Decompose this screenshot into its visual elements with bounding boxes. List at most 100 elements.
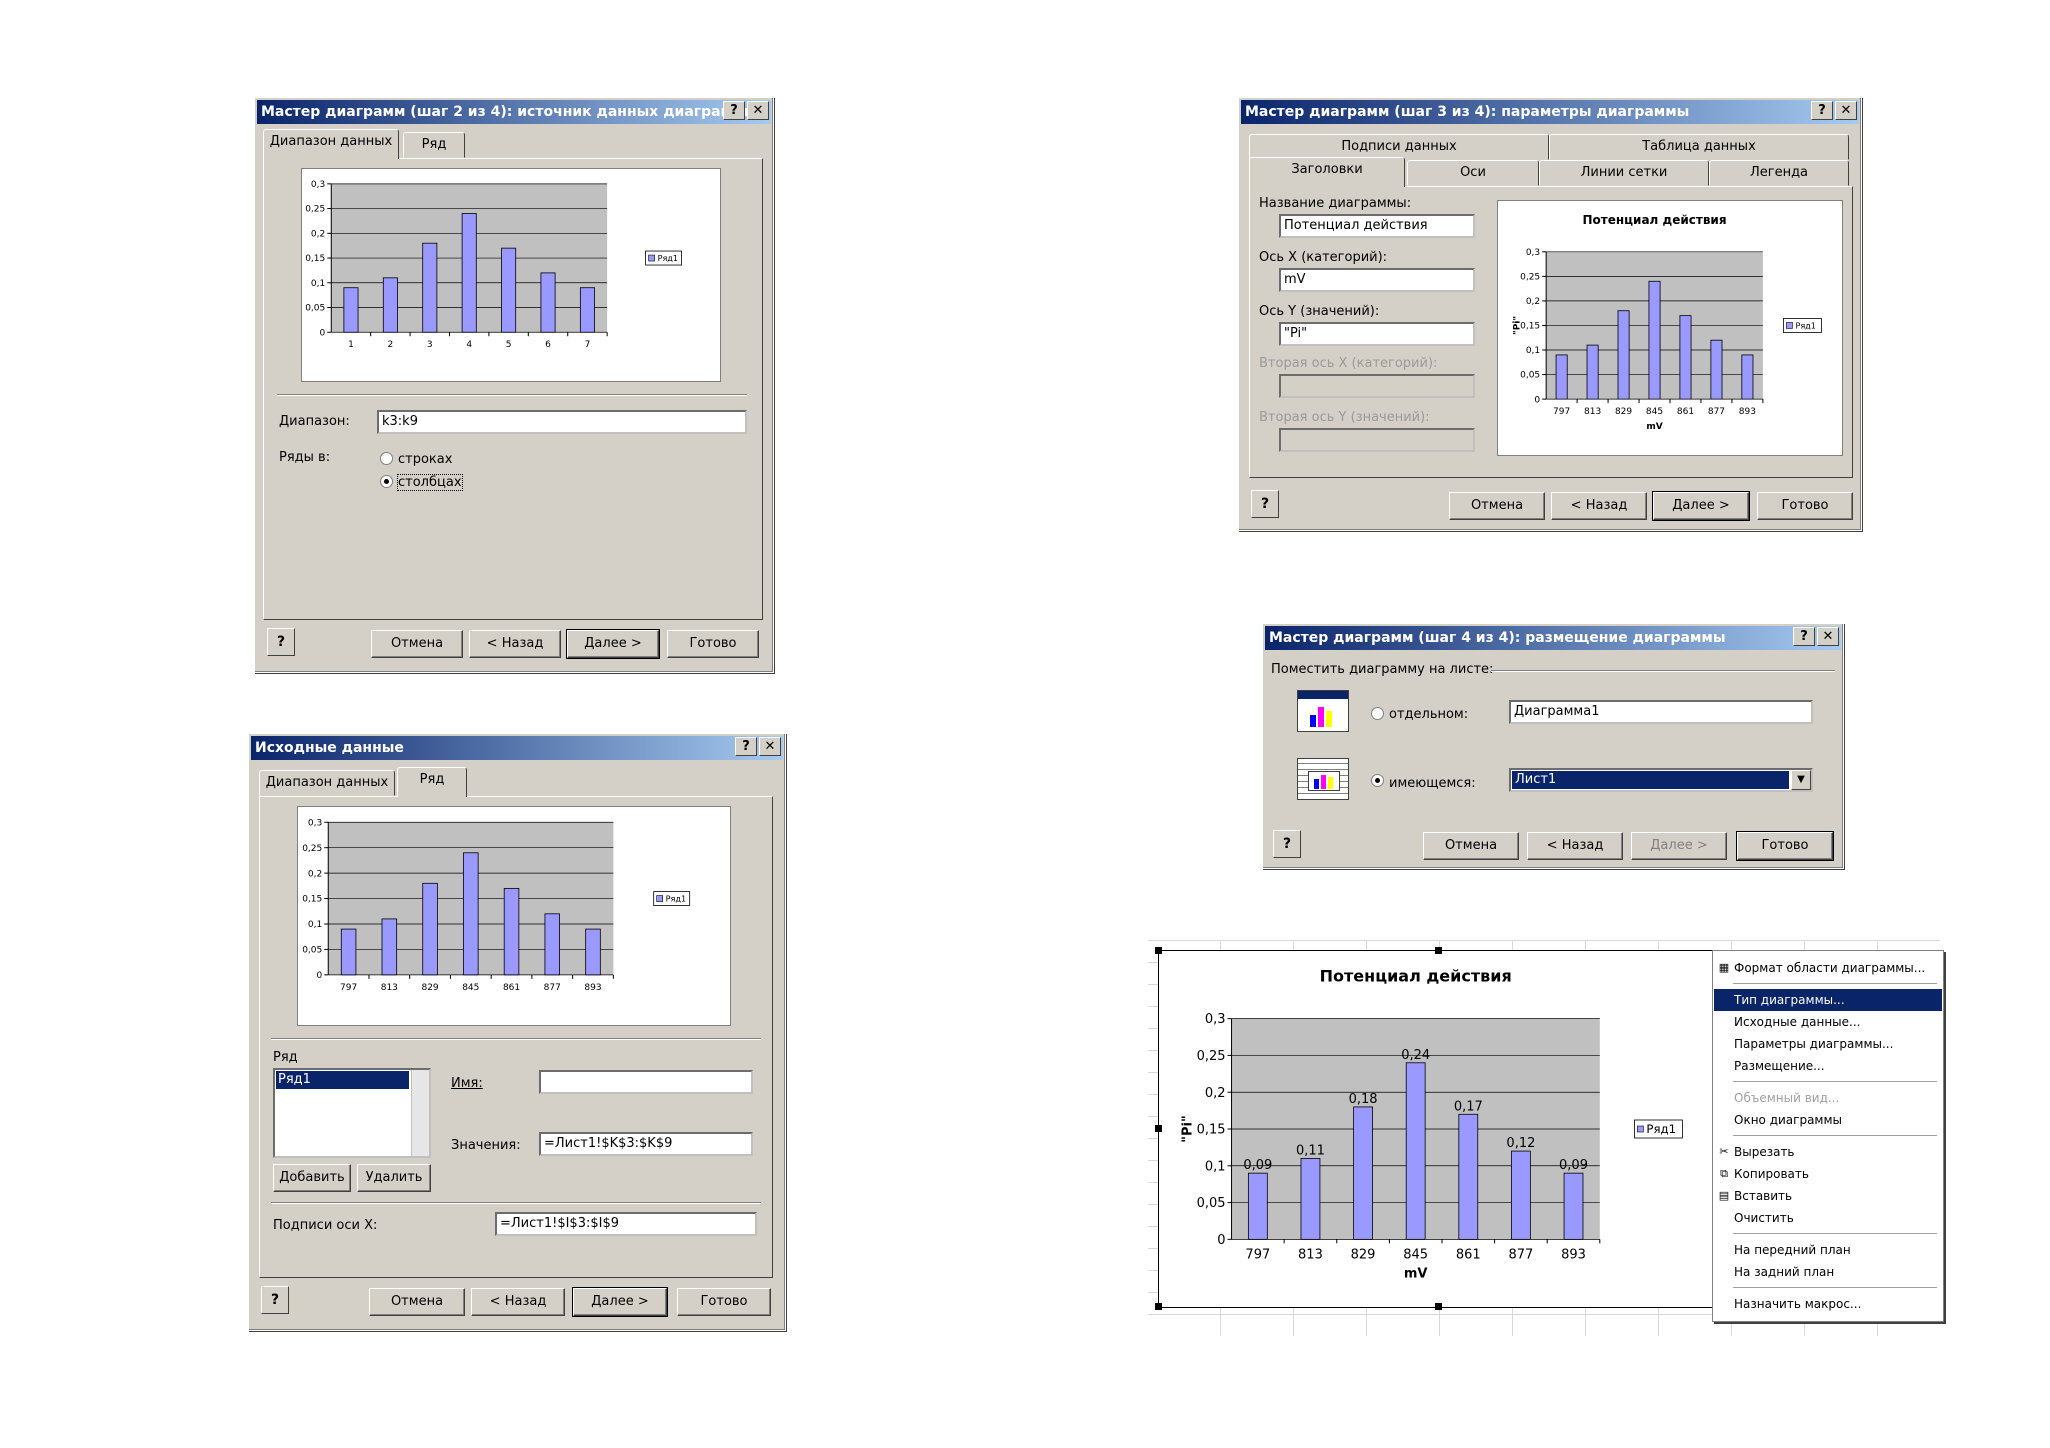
help-button[interactable]: ? [261, 1286, 289, 1314]
tab-series[interactable]: Ряд [397, 767, 467, 797]
bar [1353, 1106, 1373, 1240]
embedded-chart[interactable]: Потенциал действия 0 0,05 0,1 0,15 0,2 0,25 0,3… [1155, 947, 1718, 1310]
tab-data-range[interactable]: Диапазон данных [263, 129, 399, 159]
series-group-label: Ряд [273, 1050, 298, 1065]
menu-item-source-data[interactable]: Исходные данные... [1714, 1011, 1942, 1033]
data-label: 0,09 [1243, 1158, 1272, 1173]
bar [1405, 1062, 1426, 1240]
back-button[interactable]: < Назад [469, 630, 561, 658]
back-button[interactable]: < Назад [1527, 832, 1623, 860]
tab-axes[interactable]: Оси [1407, 160, 1539, 186]
resize-handle[interactable] [1155, 947, 1162, 954]
y-axis-input[interactable]: "Pi" [1279, 322, 1475, 346]
rows-radio[interactable] [380, 452, 393, 465]
back-button[interactable]: < Назад [471, 1288, 565, 1316]
chart-title-input[interactable]: Потенциал действия [1279, 214, 1475, 238]
help-title-button[interactable]: ? [735, 737, 757, 756]
existing-sheet-value: Лист1 [1512, 771, 1789, 789]
menu-item-clear[interactable]: Очистить [1714, 1207, 1942, 1229]
bar [1710, 339, 1723, 400]
columns-radio-label[interactable]: столбцах [397, 474, 463, 491]
close-button[interactable]: ✕ [759, 737, 781, 756]
bar [1679, 315, 1692, 400]
context-menu: ▦ Формат области диаграммы... Тип диаграм… [1712, 950, 1944, 1322]
menu-item-location[interactable]: Размещение... [1714, 1055, 1942, 1077]
columns-radio[interactable] [380, 475, 393, 488]
existing-sheet-radio[interactable] [1371, 774, 1384, 787]
window-title: Мастер диаграмм (шаг 4 из 4): размещение… [1265, 626, 1841, 650]
add-series-button[interactable]: Добавить [273, 1164, 351, 1192]
x-tick-label: 829 [421, 983, 438, 993]
cancel-button[interactable]: Отмена [371, 630, 463, 658]
help-button[interactable]: ? [267, 628, 295, 656]
y-tick-label: 0 [320, 328, 326, 338]
finish-button[interactable]: Готово [1736, 831, 1834, 861]
x-tick-label: 6 [545, 340, 551, 350]
series-list-item[interactable]: Ряд1 [276, 1071, 409, 1089]
cancel-button[interactable]: Отмена [369, 1288, 465, 1316]
cancel-button[interactable]: Отмена [1423, 832, 1519, 860]
rows-radio-label[interactable]: строках [398, 452, 452, 467]
list-scrollbar[interactable] [411, 1070, 429, 1156]
x-tick-label: 877 [1708, 407, 1725, 417]
finish-button[interactable]: Готово [677, 1288, 771, 1316]
menu-item-bring-to-front[interactable]: На передний план [1714, 1239, 1942, 1261]
name-label: Имя: [451, 1076, 483, 1091]
existing-sheet-select[interactable]: Лист1 ▼ [1509, 768, 1813, 792]
menu-item-copy[interactable]: ⧉ Копировать [1714, 1163, 1942, 1185]
help-button[interactable]: ? [1251, 490, 1279, 518]
menu-item-chart-options[interactable]: Параметры диаграммы... [1714, 1033, 1942, 1055]
tab-gridlines[interactable]: Линии сетки [1539, 160, 1709, 186]
y-tick-label: 0,2 [1205, 1086, 1226, 1101]
x-tick-label: 861 [1677, 407, 1694, 417]
back-button[interactable]: < Назад [1551, 492, 1647, 520]
y-tick-label: 0,2 [311, 229, 325, 239]
values-input[interactable]: =Лист1!$K$3:$K$9 [539, 1132, 753, 1156]
resize-handle[interactable] [1155, 1303, 1162, 1310]
help-title-button[interactable]: ? [1811, 101, 1833, 120]
tab-legend[interactable]: Легенда [1709, 160, 1849, 186]
chart-wizard-step2-window: Мастер диаграмм (шаг 2 из 4): источник д… [254, 97, 774, 673]
tab-data-table[interactable]: Таблица данных [1549, 134, 1849, 160]
y-tick-label: 0,1 [308, 920, 322, 930]
menu-item-chart-window[interactable]: Окно диаграммы [1714, 1109, 1942, 1131]
menu-item-paste[interactable]: ▤ Вставить [1714, 1185, 1942, 1207]
finish-button[interactable]: Готово [667, 630, 759, 658]
next-button[interactable]: Далее > [1652, 491, 1750, 521]
menu-item-cut[interactable]: ✂ Вырезать [1714, 1141, 1942, 1163]
chevron-down-icon[interactable]: ▼ [1791, 770, 1811, 790]
next-button[interactable]: Далее > [572, 1287, 668, 1317]
menu-item-assign-macro[interactable]: Назначить макрос... [1714, 1293, 1942, 1315]
x-tick-label: 813 [1298, 1247, 1323, 1262]
separate-sheet-radio[interactable] [1371, 707, 1384, 720]
name-input[interactable] [539, 1070, 753, 1094]
resize-handle[interactable] [1155, 1125, 1162, 1132]
existing-sheet-label[interactable]: имеющемся: [1389, 776, 1476, 791]
menu-item-format-chart-area[interactable]: ▦ Формат области диаграммы... [1714, 957, 1942, 979]
menu-item-send-to-back[interactable]: На задний план [1714, 1261, 1942, 1283]
tab-data-range[interactable]: Диапазон данных [259, 770, 395, 796]
x-labels-input[interactable]: =Лист1!$I$3:$I$9 [495, 1212, 757, 1236]
cancel-button[interactable]: Отмена [1449, 492, 1545, 520]
range-input[interactable]: k3:k9 [377, 410, 747, 434]
resize-handle[interactable] [1435, 947, 1442, 954]
close-button[interactable]: ✕ [747, 101, 769, 120]
series-list[interactable]: Ряд1 [273, 1068, 431, 1158]
resize-handle[interactable] [1435, 1303, 1442, 1310]
x-axis-input[interactable]: mV [1279, 268, 1475, 292]
separate-sheet-input[interactable]: Диаграмма1 [1509, 700, 1813, 724]
remove-series-button[interactable]: Удалить [357, 1164, 431, 1192]
help-title-button[interactable]: ? [723, 101, 745, 120]
y-axis-label: Ось Y (значений): [1259, 304, 1380, 319]
menu-item-chart-type[interactable]: Тип диаграммы... [1714, 989, 1942, 1011]
bar [503, 887, 520, 976]
separate-sheet-label[interactable]: отдельном: [1389, 707, 1468, 722]
finish-button[interactable]: Готово [1757, 492, 1853, 520]
tab-titles[interactable]: Заголовки [1249, 157, 1405, 187]
help-title-button[interactable]: ? [1793, 627, 1815, 646]
tab-series[interactable]: Ряд [403, 132, 465, 158]
close-button[interactable]: ✕ [1817, 627, 1839, 646]
close-button[interactable]: ✕ [1835, 101, 1857, 120]
help-button[interactable]: ? [1273, 830, 1301, 858]
next-button[interactable]: Далее > [566, 629, 660, 659]
